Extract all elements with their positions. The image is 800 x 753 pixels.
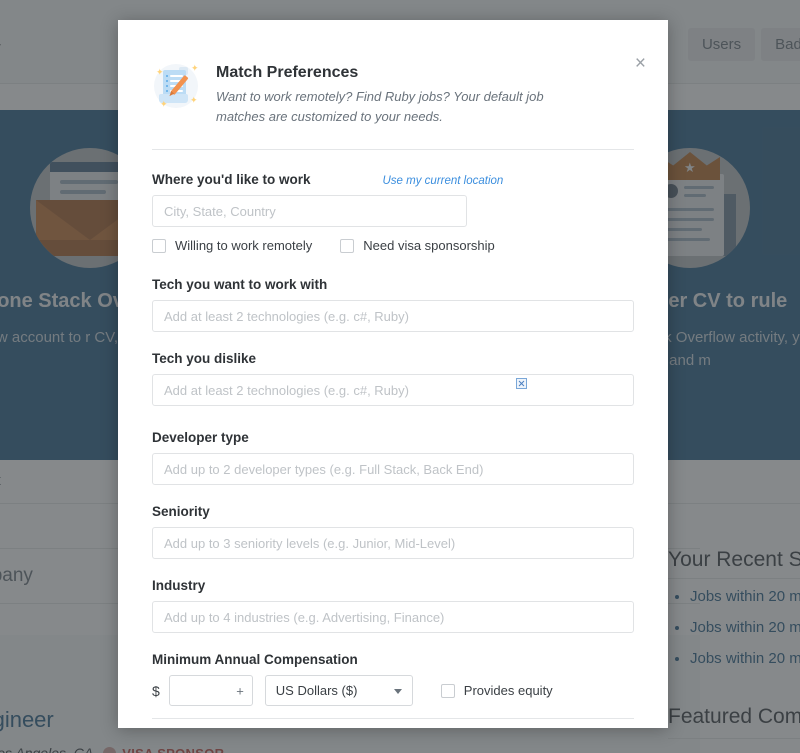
checkbox-equity[interactable]: Provides equity <box>440 683 553 699</box>
modal-body: Where you'd like to work Use my current … <box>118 150 668 707</box>
modal-header-text: Match Preferences Want to work remotely?… <box>216 62 556 127</box>
field-industry: Industry <box>152 578 634 634</box>
page-root: flow Users Badges one Stack Overflow erf… <box>0 0 800 753</box>
field-compensation: Minimum Annual Compensation $ + US Dolla… <box>152 652 634 707</box>
modal-footer: Save Cancel <box>118 719 668 728</box>
currency-select-value: US Dollars ($) <box>275 683 358 699</box>
seniority-input[interactable] <box>152 527 634 560</box>
close-icon[interactable]: × <box>630 52 651 75</box>
modal-header: ✦ ✦ ✦ ✦ Match Preferences Want to work r… <box>118 20 668 127</box>
field-label-developer-type: Developer type <box>152 430 249 446</box>
checkbox-equity-input[interactable] <box>440 683 455 698</box>
checkbox-visa-label: Need visa sponsorship <box>363 238 495 254</box>
industry-input[interactable] <box>152 601 634 634</box>
compensation-row: $ + US Dollars ($) Provides equity <box>152 675 634 707</box>
field-developer-type: Developer type <box>152 430 634 486</box>
field-tech-dislike: Tech you dislike <box>152 351 634 407</box>
field-label-seniority: Seniority <box>152 504 210 520</box>
checkbox-remote[interactable]: Willing to work remotely <box>152 238 312 253</box>
tech-dislike-input[interactable] <box>152 374 634 407</box>
field-label-compensation: Minimum Annual Compensation <box>152 652 358 668</box>
developer-type-input[interactable] <box>152 453 634 486</box>
currency-symbol: $ <box>152 682 160 699</box>
tech-like-input[interactable] <box>152 300 634 333</box>
checkbox-visa[interactable]: Need visa sponsorship <box>340 238 495 253</box>
location-checkbox-row: Willing to work remotely Need visa spons… <box>152 238 634 253</box>
use-current-location-link[interactable]: Use my current location <box>383 175 504 187</box>
field-label-tech-dislike: Tech you dislike <box>152 351 257 367</box>
clipboard-pencil-icon: ✦ ✦ ✦ ✦ <box>154 63 199 109</box>
checkbox-visa-input[interactable] <box>340 238 355 253</box>
compensation-amount-input[interactable] <box>168 675 253 707</box>
field-label-location: Where you'd like to work <box>152 172 311 188</box>
page-title: Match Preferences <box>216 64 359 81</box>
field-label-tech-like: Tech you want to work with <box>152 277 328 293</box>
broken-image-icon <box>516 378 527 389</box>
modal-subtitle: Want to work remotely? Find Ruby jobs? Y… <box>216 89 544 125</box>
compensation-amount-wrap: + <box>168 675 253 707</box>
field-location: Where you'd like to work Use my current … <box>152 172 634 253</box>
checkbox-remote-input[interactable] <box>152 238 166 253</box>
field-seniority: Seniority <box>152 504 634 560</box>
currency-select[interactable]: US Dollars ($) <box>264 675 413 707</box>
chevron-down-icon <box>393 688 402 694</box>
location-input[interactable] <box>152 195 467 228</box>
match-preferences-modal: × ✦ ✦ ✦ ✦ Match Preferences Want to work… <box>118 20 668 728</box>
field-tech-like: Tech you want to work with <box>152 277 634 333</box>
checkbox-remote-label: Willing to work remotely <box>175 238 313 254</box>
checkbox-equity-label: Provides equity <box>463 683 553 699</box>
field-label-industry: Industry <box>152 578 206 594</box>
